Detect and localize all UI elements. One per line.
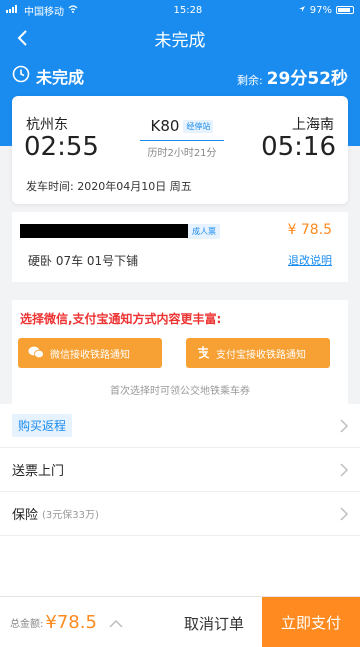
list-filler	[0, 536, 360, 596]
delivery-row[interactable]: 送票上门	[0, 448, 360, 492]
wechat-icon	[28, 345, 44, 362]
wechat-notify-button[interactable]: 微信接收铁路通知	[18, 338, 162, 368]
trip-card: 杭州东 02:55 K80 经停站 历时2小时21分 上海南 05:16 发车时间…	[12, 96, 348, 204]
wifi-icon	[68, 4, 78, 16]
insurance-label: 保险	[12, 508, 39, 523]
status-bar: 中国移动 15:28 97%	[0, 0, 360, 20]
nav-bar: 未完成	[0, 20, 360, 56]
pay-now-label: 立即支付	[280, 614, 341, 632]
order-options-list: 购买返程 送票上门 保险 (3元保33万)	[0, 404, 360, 536]
remaining-time: 剩余: 29分52秒	[237, 64, 348, 89]
remaining-value: 29分52秒	[266, 68, 348, 89]
to-station: 上海南	[292, 117, 334, 133]
notification-footnote: 首次选择时可领公交地铁乘车券	[110, 386, 250, 397]
trip-duration: 历时2小时21分	[147, 148, 217, 159]
chevron-right-icon	[340, 506, 348, 525]
bottom-bar: 总金额: ¥78.5 取消订单 立即支付	[0, 596, 360, 647]
remaining-label: 剩余:	[236, 73, 263, 87]
carrier-name: 中国移动	[24, 6, 64, 18]
passenger-card: 成人票 ¥ 78.5 硬卧 07车 01号下铺 退改说明	[12, 212, 348, 282]
to-time: 05:16	[261, 132, 336, 162]
total-amount: ¥78.5	[45, 611, 97, 633]
page-title: 未完成	[154, 30, 206, 51]
clock: 15:28	[173, 4, 203, 16]
order-status-row: 未完成 剩余: 29分52秒	[0, 56, 360, 96]
depart-value: 2020年04月10日 周五	[77, 180, 192, 193]
alipay-icon	[196, 345, 210, 362]
return-ticket-row[interactable]: 购买返程	[0, 404, 360, 448]
refund-rules-link[interactable]: 退改说明	[288, 252, 332, 268]
order-status-label: 未完成	[36, 68, 85, 87]
chevron-up-icon[interactable]	[109, 613, 123, 632]
chevron-right-icon	[340, 418, 348, 437]
alipay-notify-button[interactable]: 支付宝接收铁路通知	[186, 338, 330, 368]
return-ticket-label: 购买返程	[12, 414, 73, 437]
from-time: 02:55	[24, 132, 99, 162]
total-label: 总金额:	[10, 618, 44, 630]
cancel-order-button[interactable]: 取消订单	[184, 613, 244, 634]
train-number: K80	[150, 117, 180, 135]
stops-tag[interactable]: 经停站	[183, 120, 214, 133]
redacted-passenger-name	[20, 224, 188, 238]
pay-now-button[interactable]: 立即支付	[262, 597, 360, 647]
insurance-sub: (3元保33万)	[42, 510, 99, 521]
notification-title: 选择微信,支付宝通知方式内容更丰富:	[20, 312, 222, 326]
from-station: 杭州东	[26, 117, 68, 133]
train-info: K80 经停站 历时2小时21分	[132, 116, 232, 159]
location-icon	[298, 5, 306, 16]
alipay-notify-label: 支付宝接收铁路通知	[216, 349, 306, 361]
battery-percent: 97%	[309, 4, 332, 16]
delivery-label: 送票上门	[12, 464, 65, 479]
notification-panel: 选择微信,支付宝通知方式内容更丰富: 微信接收铁路通知 支付宝接收铁路通知 首次…	[12, 300, 348, 404]
depart-date: 发车时间: 2020年04月10日 周五	[26, 178, 192, 194]
back-arrow-icon	[17, 30, 27, 46]
seat-info: 硬卧 07车 01号下铺	[28, 254, 139, 268]
depart-label: 发车时间:	[26, 180, 74, 193]
ticket-type-tag: 成人票	[188, 224, 220, 239]
signal-icon	[6, 4, 20, 16]
route-line	[140, 140, 224, 141]
back-button[interactable]	[8, 24, 36, 52]
clock-icon	[12, 65, 30, 87]
wechat-notify-label: 微信接收铁路通知	[50, 349, 130, 361]
chevron-right-icon	[340, 462, 348, 481]
insurance-row[interactable]: 保险 (3元保33万)	[0, 492, 360, 536]
ticket-price: ¥ 78.5	[287, 222, 332, 238]
battery-icon	[336, 6, 354, 14]
